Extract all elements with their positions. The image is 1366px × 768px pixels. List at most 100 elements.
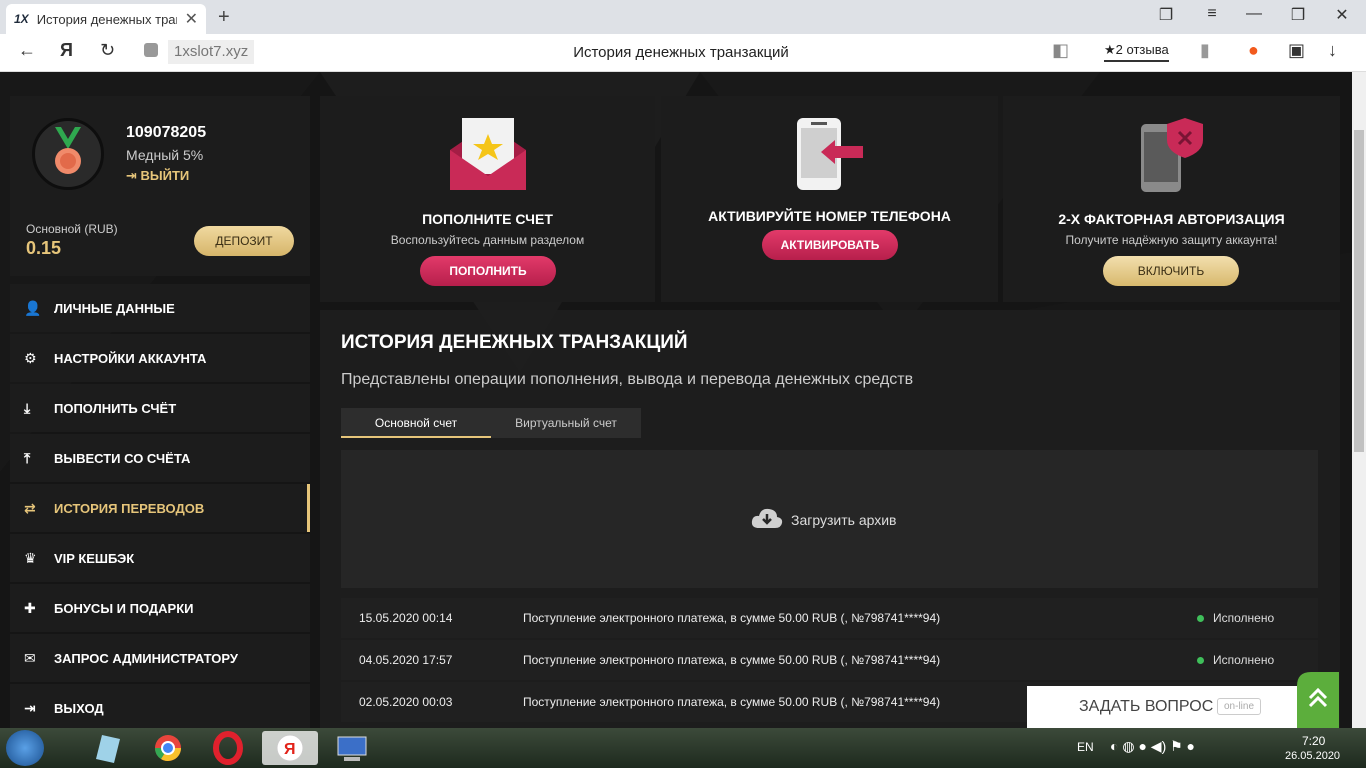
windows-taskbar: Я EN ◐ ◍ ● ◀) ⚑ ● 7:20 26.05.2020 bbox=[0, 728, 1366, 768]
menu-item-label: ЗАПРОС АДМИНИСТРАТОРУ bbox=[54, 650, 238, 666]
twofa-card-title: 2-Х ФАКТОРНАЯ АВТОРИЗАЦИЯ bbox=[1058, 211, 1285, 227]
yandex-logo-icon[interactable]: Я bbox=[60, 40, 73, 61]
activate-phone-button[interactable]: АКТИВИРОВАТЬ bbox=[762, 230, 898, 260]
tab-virtual-account[interactable]: Виртуальный счет bbox=[491, 408, 641, 438]
deposit-card: ПОПОЛНИТЕ СЧЕТ Воспользуйтесь данным раз… bbox=[320, 96, 655, 302]
new-tab-icon[interactable]: + bbox=[218, 6, 230, 29]
extension-chat-icon[interactable]: ▣ bbox=[1288, 40, 1305, 61]
deposit-card-title: ПОПОЛНИТЕ СЧЕТ bbox=[422, 211, 553, 227]
tx-description: Поступление электронного платежа, в сумм… bbox=[523, 611, 941, 625]
close-window-icon[interactable]: ✕ bbox=[1322, 5, 1362, 29]
taskbar-chrome-icon[interactable] bbox=[140, 731, 196, 765]
tx-date: 15.05.2020 00:14 bbox=[359, 611, 453, 625]
account-menu: 👤 ЛИЧНЫЕ ДАННЫЕ ⚙ НАСТРОЙКИ АККАУНТА ⤓ ПОПО… bbox=[10, 284, 310, 728]
logout-link[interactable]: ⇥ ВЫЙТИ bbox=[126, 168, 189, 184]
site-favicon: 1X bbox=[14, 12, 29, 26]
taskbar-remote-desktop-icon[interactable] bbox=[324, 731, 380, 765]
transfer-arrows-icon: ⇄ bbox=[24, 499, 36, 516]
user-level: Медный 5% bbox=[126, 147, 204, 163]
browser-tab-bar: 1X История денежных транзакций ✕ + ❐ ≡ —… bbox=[0, 0, 1366, 34]
taskbar-notepad-icon[interactable] bbox=[80, 731, 136, 765]
taskbar-opera-icon[interactable] bbox=[200, 731, 256, 765]
tx-description: Поступление электронного платежа, в сумм… bbox=[523, 695, 941, 709]
gears-icon: ⚙ bbox=[24, 349, 37, 366]
menu-item-label: ВЫВЕСТИ СО СЧЁТА bbox=[54, 450, 191, 466]
online-status-badge: on-line bbox=[1217, 698, 1262, 715]
transaction-history-panel: ИСТОРИЯ ДЕНЕЖНЫХ ТРАНЗАКЦИЙ Представлены… bbox=[320, 310, 1340, 728]
menu-item-admin-request[interactable]: ✉ ЗАПРОС АДМИНИСТРАТОРУ bbox=[10, 634, 310, 682]
language-indicator[interactable]: EN bbox=[1077, 740, 1094, 754]
minimize-icon[interactable]: — bbox=[1234, 5, 1274, 29]
menu-item-label: ВЫХОД bbox=[54, 700, 104, 716]
phone-shield-icon bbox=[1141, 118, 1203, 192]
clock-time[interactable]: 7:20 bbox=[1302, 734, 1325, 748]
copper-medal-icon bbox=[55, 127, 81, 174]
gift-icon: ✚ bbox=[24, 599, 36, 616]
user-add-icon: 👤 bbox=[24, 299, 42, 316]
ask-question-label: ЗАДАТЬ ВОПРОС bbox=[1079, 698, 1214, 715]
logout-icon: ⇥ bbox=[24, 699, 36, 716]
tx-status: Исполнено bbox=[1213, 653, 1275, 667]
bookmark-icon[interactable]: ▮ bbox=[1200, 40, 1210, 61]
page-content: 109078205 Медный 5% ⇥ ВЫЙТИ Основной (RU… bbox=[0, 72, 1352, 728]
tab-main-account[interactable]: Основной счет bbox=[341, 408, 491, 438]
menu-item-deposit[interactable]: ⤓ ПОПОЛНИТЬ СЧЁТ bbox=[10, 384, 310, 432]
menu-item-exit[interactable]: ⇥ ВЫХОД bbox=[10, 684, 310, 728]
back-icon[interactable]: ← bbox=[18, 40, 36, 61]
menu-icon[interactable]: ≡ bbox=[1192, 5, 1232, 29]
promo-cards: ПОПОЛНИТЕ СЧЕТ Воспользуйтесь данным раз… bbox=[320, 96, 1340, 302]
menu-item-withdraw[interactable]: ⤒ ВЫВЕСТИ СО СЧЁТА bbox=[10, 434, 310, 482]
deposit-card-subtitle: Воспользуйтесь данным разделом bbox=[390, 233, 585, 247]
menu-item-bonuses[interactable]: ✚ БОНУСЫ И ПОДАРКИ bbox=[10, 584, 310, 632]
table-row: 04.05.2020 17:57 Поступление электронног… bbox=[341, 640, 1318, 680]
menu-item-label: ИСТОРИЯ ПЕРЕВОДОВ bbox=[54, 500, 205, 516]
menu-item-label: VIP КЕШБЭК bbox=[54, 550, 135, 566]
deposit-now-button[interactable]: ПОПОЛНИТЬ bbox=[420, 256, 556, 286]
logout-label: ВЫЙТИ bbox=[140, 168, 190, 183]
phone-card: АКТИВИРУЙТЕ НОМЕР ТЕЛЕФОНА АКТИВИРОВАТЬ bbox=[661, 96, 998, 302]
balance-label: Основной (RUB) bbox=[26, 222, 118, 236]
bookmarks-window-icon[interactable]: ❐ bbox=[1146, 5, 1186, 29]
left-column: 109078205 Медный 5% ⇥ ВЫЙТИ Основной (RU… bbox=[10, 96, 310, 728]
tx-status: Исполнено bbox=[1213, 611, 1275, 625]
extension-flame-icon[interactable]: ● bbox=[1248, 40, 1259, 61]
scrollbar-thumb[interactable] bbox=[1354, 130, 1364, 452]
page-scrollbar[interactable] bbox=[1352, 72, 1366, 728]
download-archive-label: Загрузить архив bbox=[791, 512, 897, 528]
translate-icon[interactable]: ◧ bbox=[1052, 40, 1069, 61]
medal-avatar bbox=[32, 118, 104, 190]
taskbar-yandex-browser-icon[interactable]: Я bbox=[262, 731, 318, 765]
tab-close-icon[interactable]: ✕ bbox=[185, 9, 198, 29]
menu-item-account-settings[interactable]: ⚙ НАСТРОЙКИ АККАУНТА bbox=[10, 334, 310, 382]
chat-expand-icon[interactable] bbox=[1297, 672, 1339, 728]
browser-toolbar: ← Я ↻ 1xslot7.xyz История денежных транз… bbox=[0, 34, 1366, 72]
table-row: 15.05.2020 00:14 Поступление электронног… bbox=[341, 598, 1318, 638]
phone-arrow-icon bbox=[797, 118, 863, 190]
menu-item-personal-data[interactable]: 👤 ЛИЧНЫЕ ДАННЫЕ bbox=[10, 284, 310, 332]
history-subtitle: Представлены операции пополнения, вывода… bbox=[341, 371, 914, 388]
clock-date[interactable]: 26.05.2020 bbox=[1285, 750, 1340, 762]
reviews-link[interactable]: ★2 отзыва bbox=[1104, 42, 1169, 62]
start-button-icon[interactable] bbox=[6, 730, 44, 766]
restore-icon[interactable]: ❒ bbox=[1278, 5, 1318, 29]
browser-tab[interactable]: 1X История денежных транзакций ✕ bbox=[6, 4, 206, 34]
download-archive-area[interactable]: Загрузить архив bbox=[341, 450, 1318, 588]
menu-item-label: НАСТРОЙКИ АККАУНТА bbox=[54, 350, 207, 366]
tab-title: История денежных транзакций bbox=[36, 11, 177, 27]
svg-text:Я: Я bbox=[284, 741, 296, 758]
tray-icons[interactable]: ◐ ◍ ● ◀) ⚑ ● bbox=[1110, 738, 1195, 755]
downloads-icon[interactable]: ↓ bbox=[1328, 40, 1337, 61]
menu-item-transfer-history[interactable]: ⇄ ИСТОРИЯ ПЕРЕВОДОВ bbox=[10, 484, 310, 532]
menu-item-vip-cashback[interactable]: ♛ VIP КЕШБЭК bbox=[10, 534, 310, 582]
enable-twofa-button[interactable]: ВКЛЮЧИТЬ bbox=[1103, 256, 1239, 286]
logout-icon: ⇥ bbox=[126, 168, 141, 183]
deposit-button[interactable]: ДЕПОЗИТ bbox=[194, 226, 294, 256]
cloud-download-icon bbox=[751, 508, 783, 528]
reload-icon[interactable]: ↻ bbox=[100, 40, 115, 61]
history-title: ИСТОРИЯ ДЕНЕЖНЫХ ТРАНЗАКЦИЙ bbox=[341, 332, 688, 353]
tx-description: Поступление электронного платежа, в сумм… bbox=[523, 653, 941, 667]
upload-icon: ⤒ bbox=[24, 449, 31, 466]
tx-date: 02.05.2020 00:03 bbox=[359, 695, 453, 709]
crown-icon: ♛ bbox=[24, 549, 37, 566]
ask-question-widget[interactable]: ЗАДАТЬ ВОПРОС on-line bbox=[1027, 672, 1339, 728]
